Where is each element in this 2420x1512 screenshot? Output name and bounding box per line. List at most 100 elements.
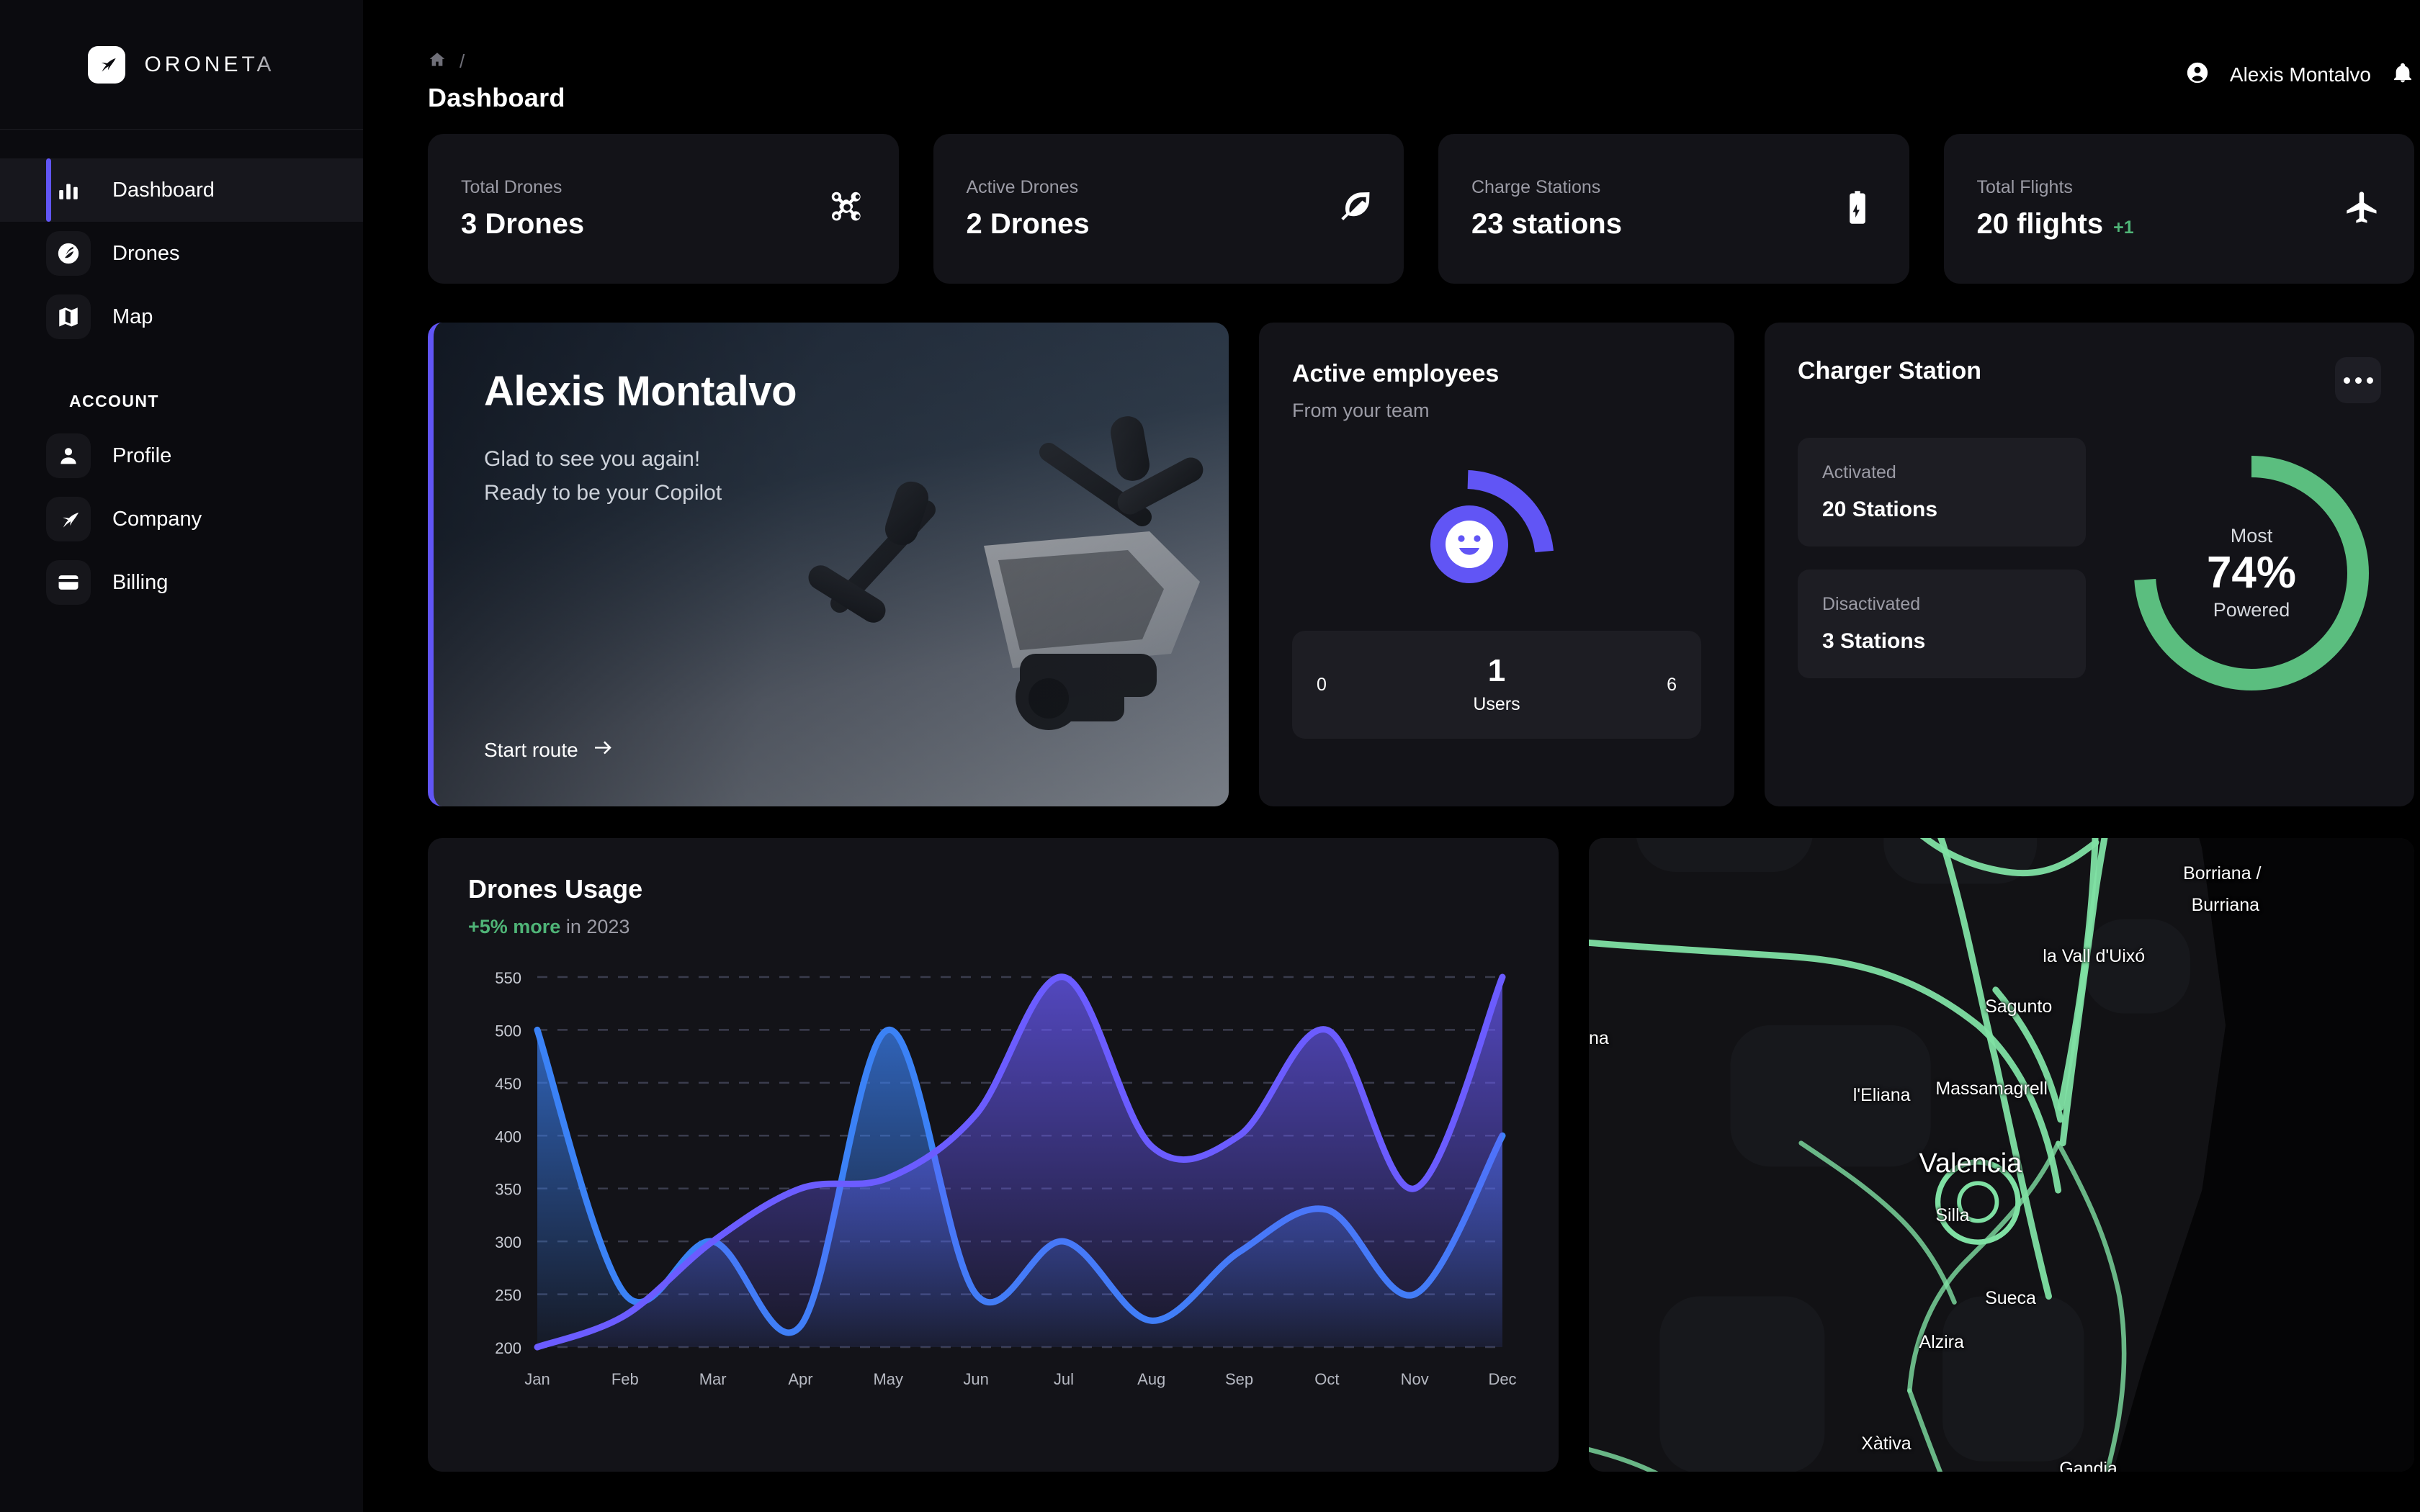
notification-bell-icon[interactable] [2391, 61, 2414, 88]
overview-row: Alexis Montalvo Glad to see you again! R… [363, 284, 2420, 806]
map-place-label: Massamagrell [1935, 1079, 2048, 1099]
drones-usage-card: Drones Usage +5% more in 2023 200 250 300 3… [428, 838, 1559, 1472]
feather-icon [1333, 189, 1371, 230]
svg-text:Sep: Sep [1225, 1370, 1253, 1388]
sidebar: ORONETA Dashboard Drones Map [0, 0, 363, 1512]
svg-text:300: 300 [495, 1233, 521, 1251]
charger-station-card: Charger Station Activated 20 Stations Di… [1765, 323, 2414, 806]
map-panel[interactable]: Borriana / Burriana la Vall d'Uixó Sagunto l… [1589, 838, 2414, 1472]
stat-card-charge-stations[interactable]: Charge Stations 23 stations [1438, 134, 1909, 284]
stat-cards: Total Drones 3 Drones Active Drones 2 Dr… [363, 134, 2420, 284]
person-icon [46, 433, 91, 478]
mini-label: Disactivated [1822, 594, 2061, 615]
airplane-icon [2344, 189, 2381, 230]
svg-text:Dec: Dec [1488, 1370, 1516, 1388]
sidebar-item-profile[interactable]: Profile [0, 424, 363, 487]
sidebar-item-label: Map [112, 305, 153, 329]
svg-text:450: 450 [495, 1075, 521, 1093]
svg-text:May: May [873, 1370, 903, 1388]
sidebar-item-dashboard[interactable]: Dashboard [0, 158, 363, 222]
charger-disactivated: Disactivated 3 Stations [1798, 570, 2086, 678]
charger-activated: Activated 20 Stations [1798, 438, 2086, 546]
bar-chart-icon [46, 168, 91, 212]
bottom-row: Drones Usage +5% more in 2023 200 250 300 3… [363, 806, 2420, 1472]
sidebar-item-label: Dashboard [112, 179, 215, 202]
map-place-label: l'Eliana [1853, 1085, 1911, 1106]
map-place-label: Silla [1935, 1205, 1969, 1226]
usage-delta-suffix: in 2023 [560, 916, 629, 937]
svg-text:Feb: Feb [611, 1370, 639, 1388]
powered-donut-chart: Most 74% Powered [2122, 444, 2381, 703]
svg-text:Oct: Oct [1314, 1370, 1339, 1388]
mini-label: Activated [1822, 462, 2061, 483]
swift-bird-icon [88, 46, 125, 84]
card-subtitle: From your team [1292, 400, 1701, 422]
svg-text:350: 350 [495, 1181, 521, 1199]
map-place-label: Valencia [1919, 1148, 2022, 1179]
sidebar-item-label: Drones [112, 242, 180, 266]
svg-text:Aug: Aug [1137, 1370, 1165, 1388]
sidebar-item-label: Billing [112, 571, 168, 595]
drones-usage-chart: 200250300350400450500550JanFebMarAprMayJ… [468, 966, 1518, 1401]
sidebar-item-drones[interactable]: Drones [0, 222, 363, 285]
user-name: Alexis Montalvo [2230, 63, 2371, 86]
svg-text:Jan: Jan [524, 1370, 550, 1388]
map-place-label: Gandia [2059, 1459, 2118, 1472]
breadcrumb: / Dashboard [428, 50, 565, 113]
donut-top-label: Most [2231, 525, 2273, 547]
map-place-label: la Vall d'Uixó [2043, 946, 2145, 967]
dashboard-app: ORONETA Dashboard Drones Map [0, 0, 2420, 1512]
stat-card-total-drones[interactable]: Total Drones 3 Drones [428, 134, 899, 284]
card-title: Drones Usage [468, 874, 1518, 904]
usage-delta: +5% more [468, 916, 560, 937]
sidebar-item-company[interactable]: Company [0, 487, 363, 551]
employees-stat-box: 0 1 Users 6 [1292, 631, 1701, 739]
battery-charging-icon [1839, 189, 1876, 230]
map-icon [46, 294, 91, 339]
sidebar-item-label: Company [112, 508, 202, 531]
stat-value: 2 Drones [967, 208, 1090, 240]
map-place-label: Sagunto [1985, 996, 2052, 1017]
stat-card-total-flights[interactable]: Total Flights 20 flights +1 [1944, 134, 2415, 284]
sidebar-nav: Dashboard Drones Map ACCOUNT Profile [0, 130, 363, 614]
svg-text:200: 200 [495, 1339, 521, 1357]
drone-propeller-icon [46, 231, 91, 276]
stat-card-active-drones[interactable]: Active Drones 2 Drones [933, 134, 1404, 284]
topbar: / Dashboard Alexis Montalvo [363, 0, 2420, 134]
sidebar-item-map[interactable]: Map [0, 285, 363, 348]
credit-card-icon [46, 560, 91, 605]
employees-unit: Users [1437, 694, 1557, 715]
welcome-hero-card[interactable]: Alexis Montalvo Glad to see you again! R… [428, 323, 1229, 806]
home-icon[interactable] [428, 50, 447, 73]
hero-user-name: Alexis Montalvo [484, 367, 1178, 415]
card-title: Charger Station [1798, 357, 1981, 385]
more-horizontal-icon[interactable] [2335, 357, 2381, 403]
donut-bottom-label: Powered [2213, 599, 2290, 621]
brand-logo[interactable]: ORONETA [0, 0, 363, 130]
employees-gauge [1292, 422, 1701, 631]
employees-value: 1 [1437, 655, 1557, 687]
breadcrumb-separator: / [460, 50, 465, 73]
sidebar-item-billing[interactable]: Billing [0, 551, 363, 614]
map-place-label: Borriana / [2183, 863, 2261, 884]
map-place-label: Burriana [2192, 895, 2260, 916]
stat-value: 20 flights [1977, 208, 2104, 240]
employees-min: 0 [1317, 675, 1437, 696]
mini-value: 3 Stations [1822, 629, 2061, 654]
hero-line-2: Ready to be your Copilot [484, 477, 1178, 510]
brand-name: ORONETA [144, 53, 274, 77]
user-menu[interactable]: Alexis Montalvo [2185, 50, 2414, 89]
sidebar-section-account: ACCOUNT [69, 392, 363, 411]
sidebar-item-label: Profile [112, 444, 171, 468]
map-place-label: Sueca [1985, 1288, 2036, 1309]
donut-percent: 74% [2207, 547, 2296, 598]
stat-label: Charge Stations [1471, 177, 1622, 198]
svg-text:250: 250 [495, 1287, 521, 1305]
page-title: Dashboard [428, 83, 565, 113]
mini-value: 20 Stations [1822, 498, 2061, 522]
start-route-button[interactable]: Start route [484, 739, 1178, 762]
svg-text:400: 400 [495, 1128, 521, 1146]
stat-label: Active Drones [967, 177, 1090, 198]
main-content: / Dashboard Alexis Montalvo Total Drones… [363, 0, 2420, 1512]
stat-delta-badge: +1 [2113, 217, 2134, 238]
